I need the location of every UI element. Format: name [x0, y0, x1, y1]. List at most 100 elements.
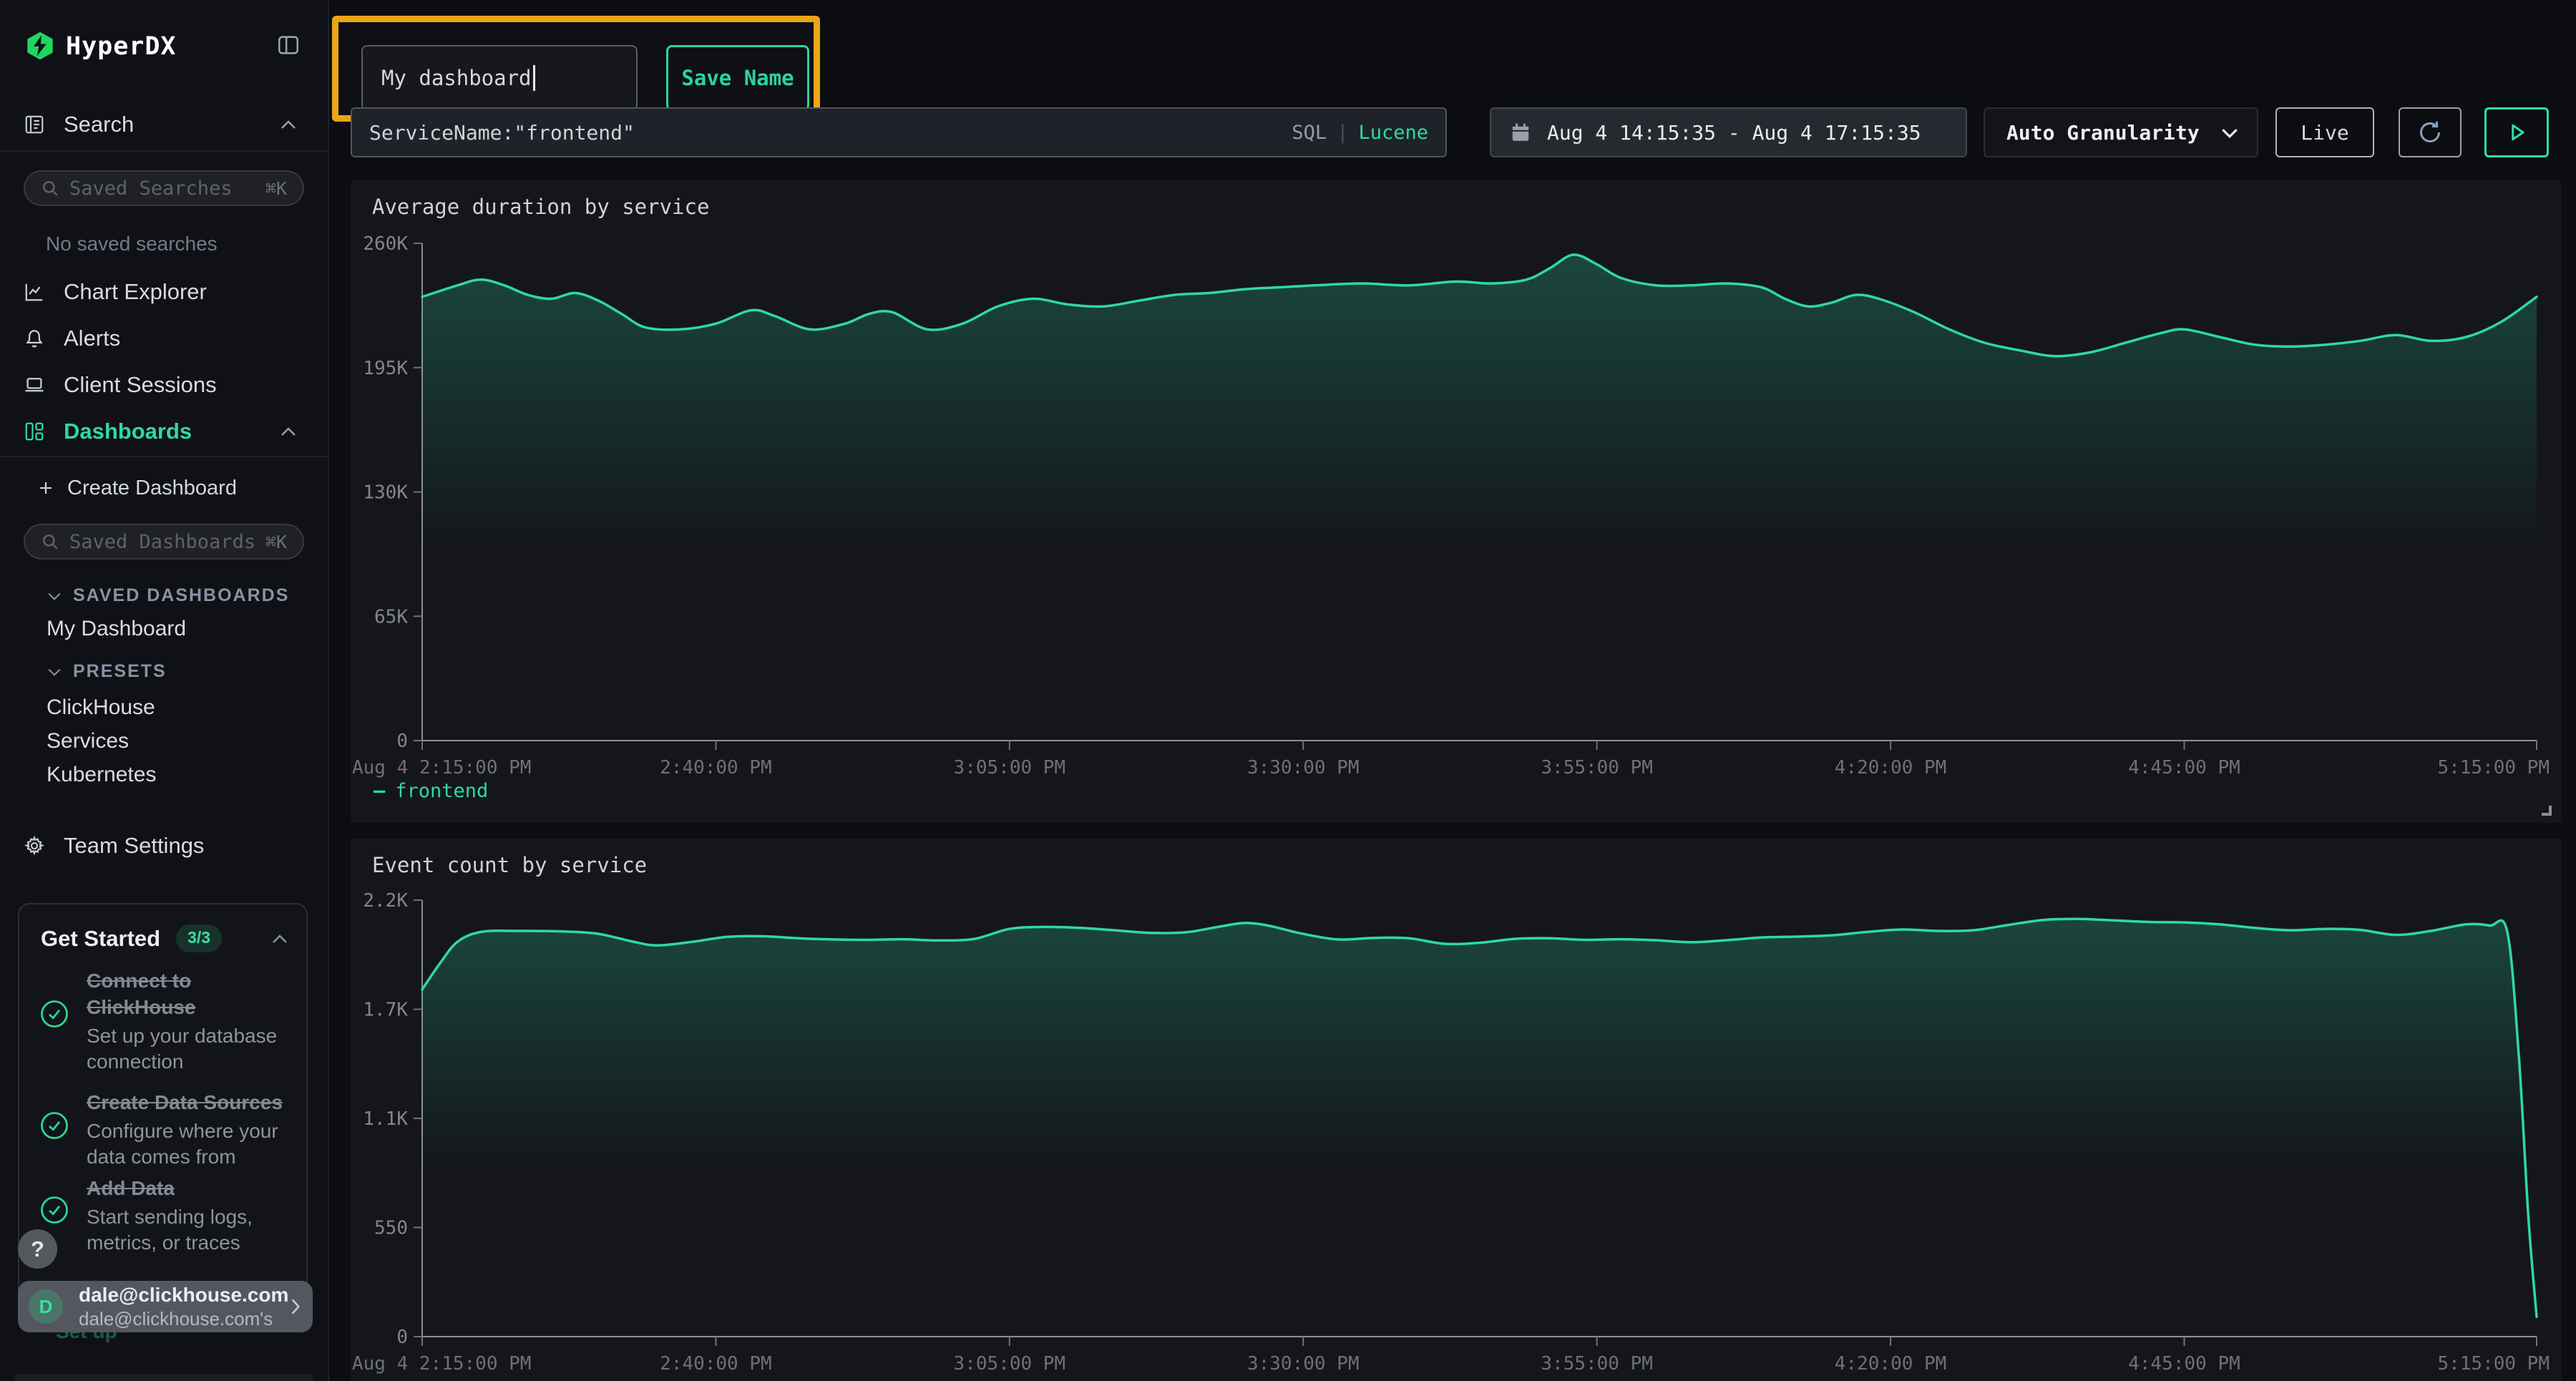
refresh-button[interactable] [2399, 107, 2462, 157]
time-range-value: Aug 4 14:15:35 - Aug 4 17:15:35 [1547, 121, 1921, 145]
chart-title: Event count by service [372, 853, 647, 877]
saved-searches-placeholder: Saved Searches [69, 177, 233, 200]
granularity-select[interactable]: Auto Granularity [1984, 107, 2258, 157]
task-title: Add Data [87, 1175, 290, 1201]
laptop-icon [24, 374, 45, 396]
refresh-icon [2416, 118, 2444, 147]
dashboard-name-value: My dashboard [381, 66, 532, 90]
dashboard-name-input[interactable]: My dashboard [361, 45, 638, 111]
svg-text:65K: 65K [374, 606, 408, 628]
run-query-button[interactable] [2484, 107, 2549, 157]
svg-text:Aug 4 2:15:00 PM: Aug 4 2:15:00 PM [352, 1353, 531, 1375]
get-started-item-add-data[interactable]: Add Data Start sending logs, metrics, or… [39, 1175, 290, 1256]
help-button[interactable]: ? [18, 1229, 57, 1269]
create-dashboard-label: Create Dashboard [67, 477, 237, 500]
svg-text:130K: 130K [363, 482, 408, 504]
event-count-line-chart[interactable]: 05501.1K1.7K2.2KAug 4 2:15:00 PM2:40:00 … [351, 839, 2562, 1381]
task-title: Connect to ClickHouse [87, 967, 290, 1020]
user-profile-card[interactable]: D dale@clickhouse.com dale@clickhouse.co… [18, 1281, 313, 1332]
journal-search-icon [24, 114, 45, 135]
sidebar-item-label: Client Sessions [64, 372, 217, 398]
svg-text:4:45:00 PM: 4:45:00 PM [2128, 1353, 2240, 1375]
play-icon [2504, 119, 2529, 145]
live-label: Live [2301, 121, 2348, 145]
svg-text:3:30:00 PM: 3:30:00 PM [1247, 1353, 1360, 1375]
preset-item-clickhouse[interactable]: ClickHouse [47, 696, 155, 720]
sidebar-item-search[interactable]: Search [0, 109, 328, 140]
get-started-item-connect[interactable]: Connect to ClickHouse Set up your databa… [39, 967, 290, 1075]
preset-item-kubernetes[interactable]: Kubernetes [47, 763, 156, 787]
hyperdx-logo-icon [26, 31, 54, 60]
time-range-picker[interactable]: Aug 4 14:15:35 - Aug 4 17:15:35 [1490, 107, 1967, 157]
avatar: D [29, 1289, 63, 1324]
svg-text:3:05:00 PM: 3:05:00 PM [954, 757, 1066, 779]
saved-dashboards-placeholder: Saved Dashboards [69, 531, 255, 553]
section-label: SAVED DASHBOARDS [73, 585, 289, 606]
svg-text:260K: 260K [363, 233, 408, 255]
svg-text:4:45:00 PM: 4:45:00 PM [2128, 757, 2240, 779]
progress-badge: 3/3 [176, 924, 222, 952]
get-started-header[interactable]: Get Started 3/3 [41, 924, 288, 952]
section-presets[interactable]: PRESETS [47, 661, 167, 682]
shortcut-badge: ⌘K [265, 532, 287, 552]
section-saved-dashboards[interactable]: SAVED DASHBOARDS [47, 585, 289, 606]
sidebar-item-team-settings[interactable]: Team Settings [0, 830, 328, 862]
save-name-button[interactable]: Save Name [666, 45, 809, 111]
dashboard-name-highlight-box: My dashboard Save Name [332, 16, 820, 122]
sidebar-item-alerts[interactable]: Alerts [0, 323, 328, 354]
panel-resize-handle[interactable] [2542, 806, 2552, 816]
chart-panel-event-count: Event count by service 05501.1K1.7K2.2KA… [351, 839, 2562, 1381]
svg-text:0: 0 [396, 1327, 408, 1348]
sidebar-item-chart-explorer[interactable]: Chart Explorer [0, 276, 328, 308]
bell-icon [24, 328, 45, 349]
svg-text:0: 0 [396, 731, 408, 752]
sidebar-item-label: Chart Explorer [64, 279, 207, 305]
svg-text:5:15:00 PM: 5:15:00 PM [2437, 1353, 2550, 1375]
shortcut-badge: ⌘K [265, 178, 287, 199]
task-desc: Set up your database connection [87, 1023, 290, 1075]
text-caret [533, 65, 535, 91]
svg-text:2:40:00 PM: 2:40:00 PM [660, 1353, 772, 1375]
sidebar-item-client-sessions[interactable]: Client Sessions [0, 369, 328, 401]
chart-legend: — frontend [374, 780, 488, 802]
plus-icon [37, 479, 54, 497]
search-query-input[interactable]: ServiceName:"frontend" SQL | Lucene [351, 107, 1447, 157]
sidebar-item-label: Search [64, 112, 134, 137]
mode-lucene-toggle[interactable]: Lucene [1358, 122, 1428, 144]
brand-title: HyperDX [66, 32, 177, 61]
sidebar-item-dashboards[interactable]: Dashboards [0, 416, 328, 447]
svg-text:1.1K: 1.1K [363, 1108, 408, 1130]
svg-text:3:55:00 PM: 3:55:00 PM [1541, 1353, 1653, 1375]
collapse-sidebar-icon[interactable] [276, 33, 301, 57]
sidebar-item-label: Team Settings [64, 833, 204, 859]
live-button[interactable]: Live [2275, 107, 2374, 157]
divider [0, 150, 328, 152]
svg-text:4:20:00 PM: 4:20:00 PM [1835, 1353, 1947, 1375]
section-label: PRESETS [73, 661, 167, 682]
calendar-icon [1510, 122, 1531, 143]
user-team: dale@clickhouse.com's [79, 1308, 288, 1330]
svg-text:3:55:00 PM: 3:55:00 PM [1541, 757, 1653, 779]
divider [0, 456, 328, 457]
get-started-panel: Get Started 3/3 Connect to ClickHouse Se… [18, 903, 308, 1327]
chevron-right-icon [290, 1297, 301, 1316]
mode-sql-toggle[interactable]: SQL [1292, 122, 1327, 144]
search-icon [41, 532, 59, 551]
avg-duration-line-chart[interactable]: 065K130K195K260KAug 4 2:15:00 PM2:40:00 … [351, 180, 2562, 823]
saved-searches-input[interactable]: Saved Searches ⌘K [24, 170, 304, 206]
search-icon [41, 179, 59, 197]
task-desc: Start sending logs, metrics, or traces [87, 1204, 290, 1256]
saved-dashboard-item[interactable]: My Dashboard [47, 617, 186, 641]
preset-item-services[interactable]: Services [47, 729, 129, 753]
query-text: ServiceName:"frontend" [369, 121, 635, 145]
legend-swatch: — [374, 780, 385, 802]
sidebar-header: HyperDX [0, 29, 328, 64]
chevron-up-icon[interactable] [272, 934, 288, 944]
granularity-value: Auto Granularity [2006, 121, 2200, 145]
chart-title: Average duration by service [372, 195, 709, 219]
get-started-item-datasources[interactable]: Create Data Sources Configure where your… [39, 1089, 290, 1170]
create-dashboard-button[interactable]: Create Dashboard [0, 472, 328, 504]
no-saved-searches-text: No saved searches [46, 233, 218, 255]
chevron-up-icon [280, 119, 296, 130]
saved-dashboards-input[interactable]: Saved Dashboards ⌘K [24, 524, 304, 560]
